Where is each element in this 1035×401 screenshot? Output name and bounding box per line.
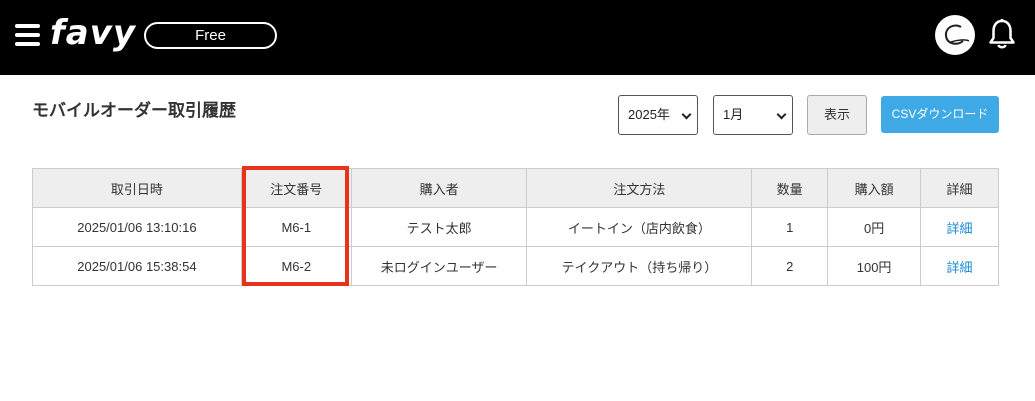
- cell-amount: 100円: [827, 246, 922, 286]
- chevron-down-icon: [681, 109, 692, 120]
- header-quantity: 数量: [751, 168, 829, 208]
- header-order-number: 注文番号: [240, 168, 352, 208]
- header-transaction-datetime: 取引日時: [32, 168, 242, 208]
- avatar-logo-icon: [944, 24, 970, 45]
- header-order-method: 注文方法: [526, 168, 753, 208]
- cell-purchaser: テスト太郎: [350, 207, 528, 247]
- cell-order-number: M6-2: [240, 246, 352, 286]
- order-history-table: 取引日時 注文番号 購入者 注文方法 数量 購入額 詳細 2025/01/06 …: [32, 168, 999, 286]
- cell-purchaser: 未ログインユーザー: [350, 246, 528, 286]
- cell-datetime: 2025/01/06 15:38:54: [32, 246, 242, 286]
- details-link[interactable]: 詳細: [947, 221, 973, 236]
- cell-details: 詳細: [920, 246, 999, 286]
- page-title: モバイルオーダー取引履歴: [32, 101, 236, 121]
- app-logo[interactable]: favy: [50, 13, 136, 53]
- header-purchaser: 購入者: [350, 168, 528, 208]
- avatar[interactable]: [935, 15, 975, 55]
- cell-amount: 0円: [827, 207, 922, 247]
- year-select-value: 2025年: [628, 107, 670, 122]
- chevron-down-icon: [776, 109, 787, 120]
- plan-badge: Free: [144, 22, 277, 49]
- cell-quantity: 2: [751, 246, 829, 286]
- cell-order-number: M6-1: [240, 207, 352, 247]
- show-button[interactable]: 表示: [807, 95, 867, 135]
- csv-download-button[interactable]: CSVダウンロード: [881, 96, 999, 133]
- cell-datetime: 2025/01/06 13:10:16: [32, 207, 242, 247]
- table-row: 2025/01/06 13:10:16 M6-1 テスト太郎 イートイン（店内飲…: [32, 207, 999, 247]
- cell-details: 詳細: [920, 207, 999, 247]
- year-select[interactable]: 2025年: [618, 95, 698, 135]
- top-navbar: favy Free: [0, 0, 1035, 75]
- cell-quantity: 1: [751, 207, 829, 247]
- header-amount: 購入額: [827, 168, 922, 208]
- header-details: 詳細: [920, 168, 999, 208]
- table-header-row: 取引日時 注文番号 購入者 注文方法 数量 購入額 詳細: [32, 168, 999, 208]
- details-link[interactable]: 詳細: [947, 260, 973, 275]
- month-select-value: 1月: [723, 107, 744, 122]
- hamburger-menu-icon[interactable]: [15, 24, 40, 46]
- cell-order-method: イートイン（店内飲食）: [526, 207, 753, 247]
- month-select[interactable]: 1月: [713, 95, 793, 135]
- table-row: 2025/01/06 15:38:54 M6-2 未ログインユーザー テイクアウ…: [32, 246, 999, 286]
- cell-order-method: テイクアウト（持ち帰り）: [526, 246, 753, 286]
- notification-bell-icon[interactable]: [988, 18, 1016, 50]
